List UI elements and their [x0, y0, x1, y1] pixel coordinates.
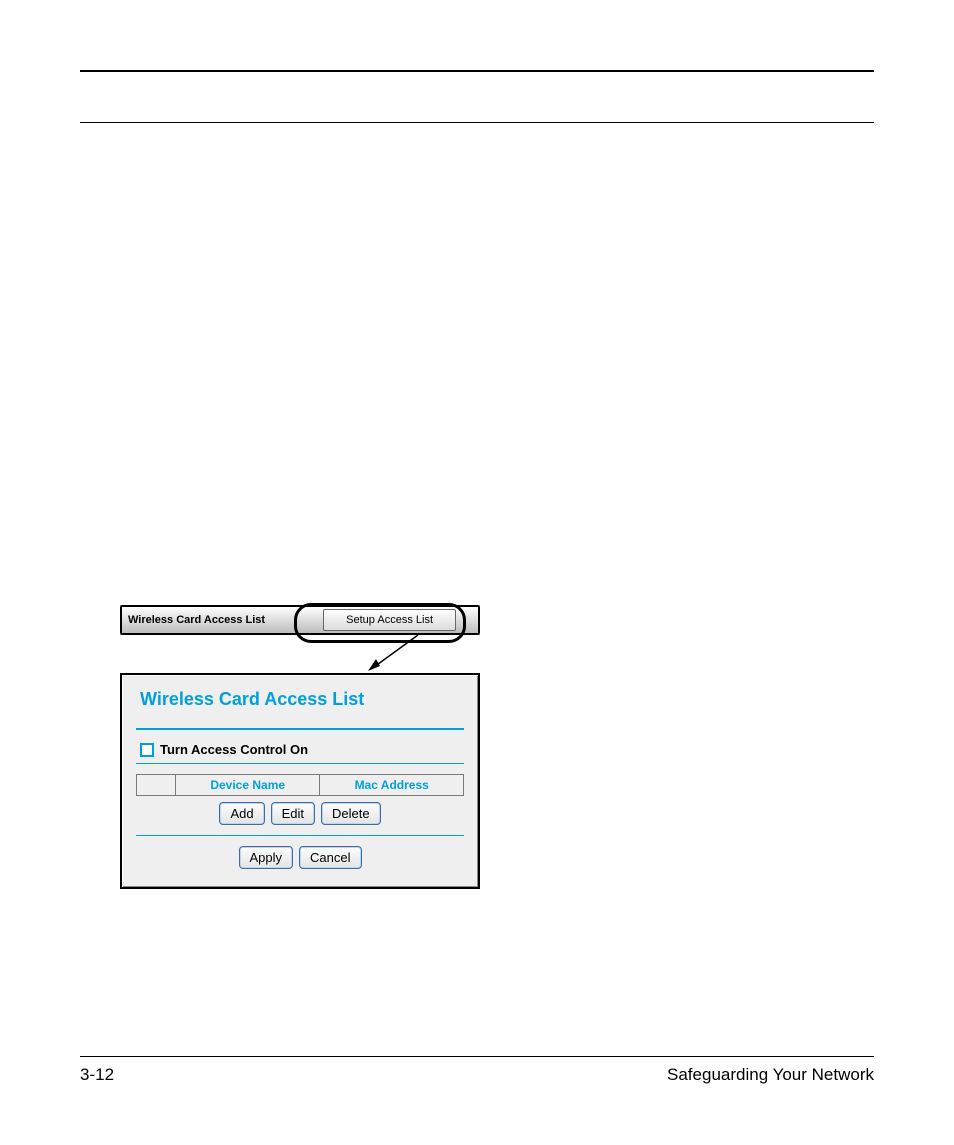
- device-table: Device Name Mac Address: [136, 774, 464, 796]
- table-button-row: Add Edit Delete: [136, 802, 464, 825]
- section-title: Safeguarding Your Network: [667, 1065, 874, 1085]
- setup-access-list-button-label: Setup Access List: [346, 614, 433, 626]
- access-list-panel: Wireless Card Access List Turn Access Co…: [120, 673, 480, 889]
- toolbar-strip: Wireless Card Access List Setup Access L…: [120, 605, 480, 635]
- apply-button[interactable]: Apply: [239, 846, 294, 869]
- divider: [136, 728, 464, 730]
- setup-access-list-button[interactable]: Setup Access List: [323, 609, 456, 631]
- page-footer: 3-12 Safeguarding Your Network: [80, 1056, 874, 1085]
- add-button[interactable]: Add: [219, 802, 264, 825]
- header-rule-thin: [80, 122, 874, 123]
- table-header-row: Device Name Mac Address: [137, 775, 464, 796]
- callout-arrow-icon: [368, 633, 428, 673]
- cancel-button[interactable]: Cancel: [299, 846, 361, 869]
- turn-access-control-label: Turn Access Control On: [160, 742, 308, 757]
- edit-button[interactable]: Edit: [271, 802, 315, 825]
- divider: [136, 763, 464, 764]
- delete-button[interactable]: Delete: [321, 802, 381, 825]
- toolbar-label: Wireless Card Access List: [122, 614, 265, 626]
- table-header-device: Device Name: [176, 775, 320, 796]
- panel-button-row: Apply Cancel: [136, 846, 464, 869]
- page-number: 3-12: [80, 1065, 114, 1085]
- header-rule-thick: [80, 70, 874, 72]
- panel-title: Wireless Card Access List: [140, 689, 464, 710]
- turn-access-control-checkbox[interactable]: [140, 743, 154, 757]
- figure: Wireless Card Access List Setup Access L…: [120, 605, 480, 889]
- table-header-mac: Mac Address: [320, 775, 464, 796]
- table-header-select: [137, 775, 176, 796]
- divider: [136, 835, 464, 836]
- access-control-row: Turn Access Control On: [140, 742, 464, 757]
- footer-row: 3-12 Safeguarding Your Network: [80, 1065, 874, 1085]
- document-page: Wireless Card Access List Setup Access L…: [0, 0, 954, 1145]
- footer-rule: [80, 1056, 874, 1057]
